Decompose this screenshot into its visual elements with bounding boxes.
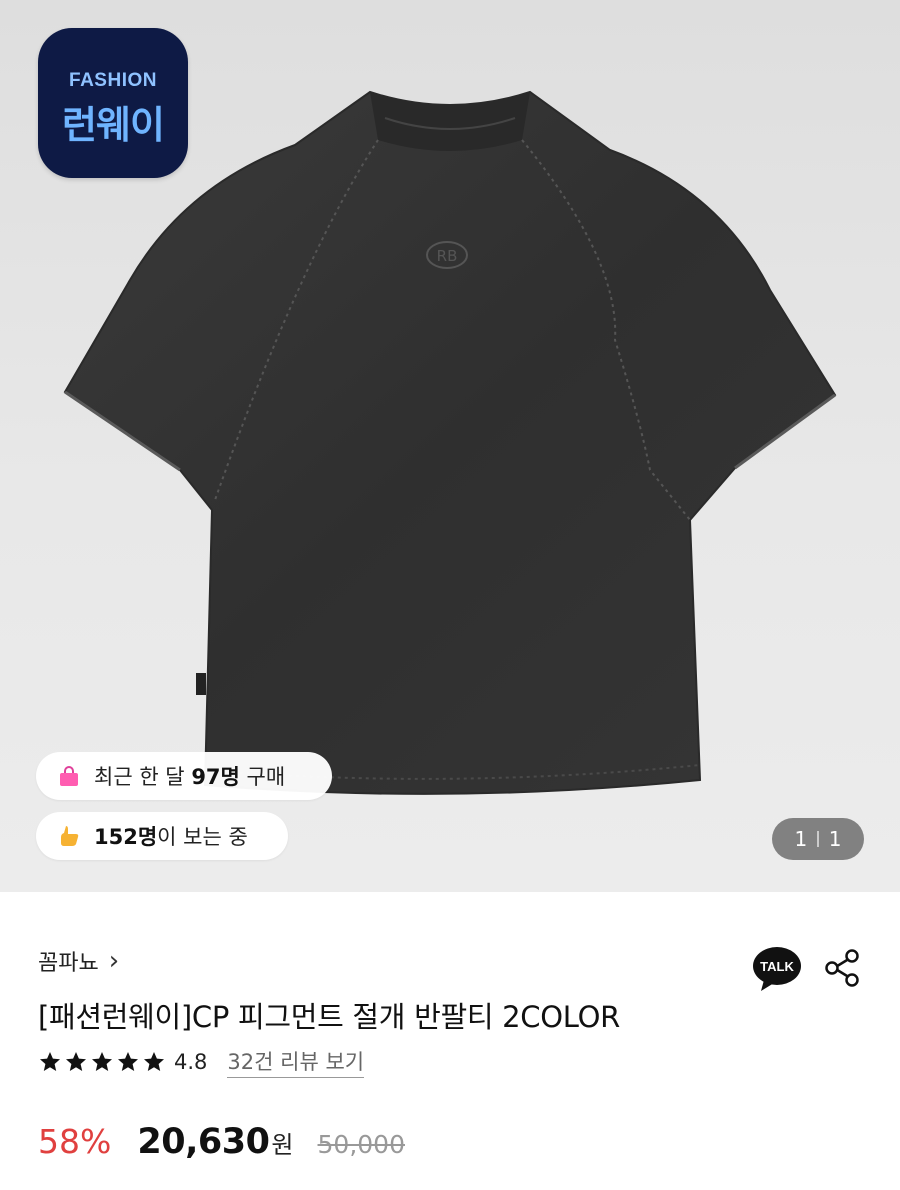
star-rating [38,1050,166,1074]
thumbs-up-hand-icon [56,823,82,849]
seller-link[interactable]: 꼼파뇨 › [38,945,119,977]
talk-chat-icon: TALK [753,947,801,991]
brand-logo-small-text: FASHION [69,70,157,91]
product-title: [패션런웨이]CP 피그먼트 절개 반팔티 2COLOR [38,1000,620,1034]
brand-logo-big-text: 런웨이 [62,103,165,147]
svg-text:RB: RB [437,247,458,265]
shopping-bag-icon [56,763,82,789]
viewing-now-text: 152명이 보는 중 [94,825,248,849]
chevron-right-icon: › [108,946,120,976]
star-icon [92,1052,112,1071]
pager-current: 1 [794,827,808,851]
rating-row: 4.8 32건 리뷰 보기 [38,1046,365,1078]
share-button[interactable] [822,946,862,990]
recent-purchase-badge: 최근 한 달 97명 구매 [36,752,332,800]
star-icon [40,1052,60,1071]
original-price: 50,000 [317,1130,405,1159]
sale-price: 20,630 [137,1122,270,1162]
seller-name: 꼼파뇨 [38,951,99,976]
talk-button[interactable]: TALK [752,946,802,992]
star-icon [118,1052,138,1071]
star-icon [66,1052,86,1071]
review-link[interactable]: 32건 리뷰 보기 [227,1046,365,1078]
image-pager: 1 1 [772,818,864,860]
star-icon [144,1052,164,1071]
price-row: 58% 20,630 원 50,000 [38,1122,405,1162]
discount-rate: 58% [38,1122,112,1161]
pager-total: 1 [828,827,842,851]
svg-text:TALK: TALK [760,959,794,974]
brand-logo-badge: FASHION 런웨이 [38,28,188,178]
pager-divider [817,831,819,847]
viewing-now-badge: 152명이 보는 중 [36,812,288,860]
currency-unit: 원 [271,1131,294,1159]
rating-value: 4.8 [174,1050,208,1074]
share-icon [825,949,859,987]
product-image-area[interactable]: RB FASHION 런웨이 최근 한 달 97명 구매 152명이 보는 중 … [0,0,900,892]
recent-purchase-text: 최근 한 달 97명 구매 [94,765,286,789]
